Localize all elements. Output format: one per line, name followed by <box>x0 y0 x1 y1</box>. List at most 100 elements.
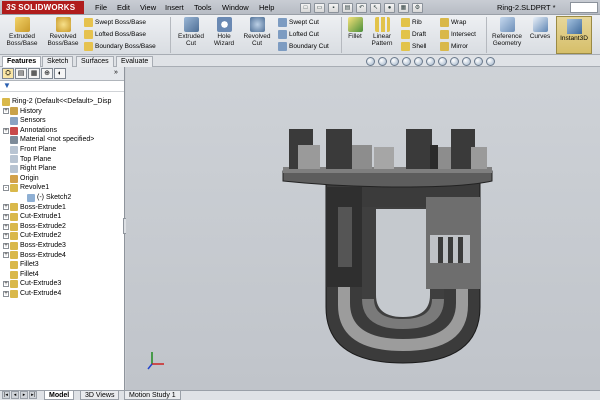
tree-item[interactable]: Right Plane <box>3 164 56 174</box>
solidworks-logo[interactable]: 3S SOLIDWORKS <box>2 1 84 14</box>
expand-icon[interactable]: + <box>3 233 9 240</box>
zoom-to-area-icon[interactable] <box>378 57 387 66</box>
zoom-to-fit-icon[interactable] <box>366 57 375 66</box>
expand-icon[interactable]: + <box>3 252 9 259</box>
panel-expand-icon[interactable]: » <box>110 68 122 79</box>
draft-button[interactable]: Draft <box>401 29 426 40</box>
tab-features[interactable]: Features <box>2 56 42 67</box>
view-settings-icon[interactable] <box>486 57 495 66</box>
tree-item[interactable]: + Boss-Extrude3 <box>3 241 66 251</box>
lofted-cut-button[interactable]: Lofted Cut <box>278 29 319 40</box>
boundary-cut-button[interactable]: Boundary Cut <box>278 41 329 52</box>
edit-appearance-icon[interactable] <box>462 57 471 66</box>
hide-show-items-icon[interactable] <box>450 57 459 66</box>
feature-manager-tab-icon[interactable]: ⛭ <box>2 68 14 79</box>
configuration-manager-tab-icon[interactable]: ▦ <box>28 68 40 79</box>
expand-icon[interactable]: + <box>3 281 9 288</box>
revolved-boss-base-button[interactable]: Revolved Boss/Base <box>44 17 82 47</box>
extruded-cut-button[interactable]: Extruded Cut <box>173 17 209 47</box>
tree-item[interactable]: Origin <box>3 174 39 184</box>
tree-root-part[interactable]: Ring-2 (Default<<Default>_Disp <box>2 97 111 107</box>
last-tab-icon[interactable]: ▸| <box>29 391 37 399</box>
extruded-boss-base-button[interactable]: Extruded Boss/Base <box>3 17 41 47</box>
instant3d-button[interactable]: Instant3D <box>556 16 592 54</box>
section-view-icon[interactable] <box>402 57 411 66</box>
view-orientation-icon[interactable] <box>426 57 435 66</box>
menu-help[interactable]: Help <box>259 2 274 13</box>
boundary-boss-base-button[interactable]: Boundary Boss/Base <box>84 41 156 52</box>
tree-item[interactable]: + Cut-Extrude3 <box>3 279 61 289</box>
tab-sketch[interactable]: Sketch <box>42 56 74 67</box>
file-properties-icon[interactable]: ▦ <box>398 2 409 13</box>
tree-item[interactable]: + Boss-Extrude1 <box>3 203 66 213</box>
tree-item[interactable]: + History <box>3 107 42 117</box>
tab-3d-views[interactable]: 3D Views <box>80 391 120 400</box>
revolved-cut-button[interactable]: Revolved Cut <box>239 17 275 47</box>
tree-item[interactable]: + Boss-Extrude4 <box>3 251 66 261</box>
linear-pattern-button[interactable]: Linear Pattern <box>366 17 398 47</box>
mirror-button[interactable]: Mirror <box>440 41 468 52</box>
expand-icon[interactable]: + <box>3 242 9 249</box>
tab-evaluate[interactable]: Evaluate <box>116 56 154 67</box>
curves-button[interactable]: Curves <box>526 17 554 40</box>
tree-item[interactable]: + Cut-Extrude4 <box>3 289 61 299</box>
wrap-button[interactable]: Wrap <box>440 17 466 28</box>
dimxpert-tab-icon[interactable]: ⊕ <box>41 68 53 79</box>
expand-icon[interactable]: + <box>3 108 9 115</box>
menu-tools[interactable]: Tools <box>194 2 212 13</box>
tree-item[interactable]: Fillet3 <box>3 260 39 270</box>
expand-icon[interactable]: + <box>3 213 9 220</box>
expand-icon[interactable]: + <box>3 204 9 211</box>
rebuild-traffic-light-icon[interactable]: ● <box>384 2 395 13</box>
fillet-button[interactable]: Fillet <box>344 17 366 40</box>
tree-item[interactable]: - Revolve1 <box>3 183 49 193</box>
rib-button[interactable]: Rib <box>401 17 422 28</box>
select-arrow-icon[interactable]: ↖ <box>370 2 381 13</box>
graphics-area[interactable] <box>126 67 600 390</box>
tree-item[interactable]: (-) Sketch2 <box>20 193 71 203</box>
intersect-button[interactable]: Intersect <box>440 29 476 40</box>
save-icon[interactable]: ▪ <box>328 2 339 13</box>
menu-file[interactable]: File <box>95 2 107 13</box>
open-folder-icon[interactable]: ▭ <box>314 2 325 13</box>
expand-icon[interactable]: + <box>3 223 9 230</box>
menu-edit[interactable]: Edit <box>117 2 130 13</box>
print-icon[interactable]: ▤ <box>342 2 353 13</box>
undo-icon[interactable]: ↶ <box>356 2 367 13</box>
shell-button[interactable]: Shell <box>401 41 426 52</box>
tree-item[interactable]: + Boss-Extrude2 <box>3 222 66 232</box>
tree-item[interactable]: Material <not specified> <box>3 135 94 145</box>
tree-item[interactable]: Front Plane <box>3 145 56 155</box>
tab-model[interactable]: Model <box>44 391 75 400</box>
tab-motion-study-1[interactable]: Motion Study 1 <box>124 391 181 400</box>
expand-icon[interactable]: + <box>3 127 9 134</box>
dynamic-annotation-icon[interactable] <box>414 57 423 66</box>
options-gear-icon[interactable]: ⚙ <box>412 2 423 13</box>
tree-item[interactable]: + Cut-Extrude2 <box>3 231 61 241</box>
menu-view[interactable]: View <box>140 2 156 13</box>
lofted-boss-base-button[interactable]: Lofted Boss/Base <box>84 29 146 40</box>
swept-boss-base-button[interactable]: Swept Boss/Base <box>84 17 146 28</box>
collapse-icon[interactable]: - <box>3 185 9 192</box>
reference-geometry-button[interactable]: Reference Geometry <box>489 17 525 47</box>
previous-tab-icon[interactable]: ◂ <box>11 391 19 399</box>
tree-filter[interactable]: ▼ <box>0 81 124 92</box>
first-tab-icon[interactable]: |◂ <box>2 391 10 399</box>
display-style-icon[interactable] <box>438 57 447 66</box>
expand-icon[interactable]: + <box>3 290 9 297</box>
display-manager-tab-icon[interactable]: ◐ <box>54 68 66 79</box>
swept-cut-button[interactable]: Swept Cut <box>278 17 319 28</box>
previous-view-icon[interactable] <box>390 57 399 66</box>
search-input[interactable] <box>570 2 598 13</box>
tree-item[interactable]: Top Plane <box>3 155 51 165</box>
menu-insert[interactable]: Insert <box>165 2 184 13</box>
tree-item[interactable]: + Cut-Extrude1 <box>3 212 61 222</box>
hole-wizard-button[interactable]: Hole Wizard <box>209 17 239 47</box>
tab-surfaces[interactable]: Surfaces <box>76 56 114 67</box>
new-document-icon[interactable]: □ <box>300 2 311 13</box>
property-manager-tab-icon[interactable]: ▤ <box>15 68 27 79</box>
menu-window[interactable]: Window <box>222 2 249 13</box>
tree-item[interactable]: Sensors <box>3 116 46 126</box>
tree-item[interactable]: + Annotations <box>3 126 57 136</box>
apply-scene-icon[interactable] <box>474 57 483 66</box>
